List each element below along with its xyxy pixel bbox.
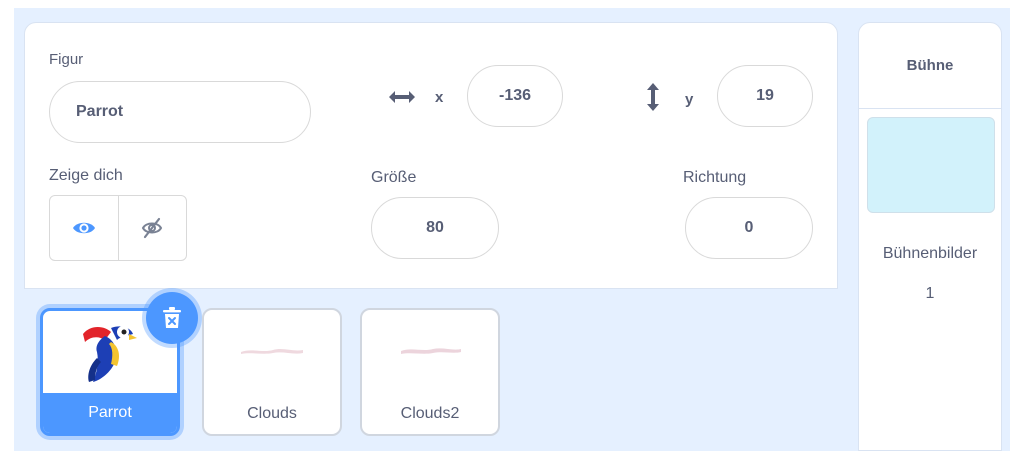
clouds-costume-thumbnail (241, 349, 303, 354)
sprite-tile-clouds2[interactable]: Clouds2 (360, 308, 500, 436)
horizontal-arrows-icon (389, 91, 415, 103)
stage-thumbnail[interactable] (867, 117, 995, 213)
parrot-costume-thumbnail (83, 326, 137, 382)
direction-input[interactable]: 0 (685, 197, 813, 259)
sprite-thumbnail (204, 310, 340, 392)
sprite-thumbnail (362, 310, 498, 392)
delete-sprite-button[interactable] (146, 292, 198, 344)
size-label: Größe (371, 169, 417, 186)
sprite-name-input[interactable]: Parrot (49, 81, 311, 143)
x-position-input[interactable]: -136 (467, 65, 563, 127)
x-label: x (435, 89, 444, 106)
trash-icon (163, 307, 181, 328)
clouds2-costume-thumbnail (401, 348, 461, 354)
size-input[interactable]: 80 (371, 197, 499, 259)
sprite-name-label: Figur (49, 51, 84, 68)
sprite-tile-label: Clouds (247, 405, 297, 422)
stage-title: Bühne (859, 23, 1001, 109)
backdrops-label: Bühnenbilder (882, 245, 978, 262)
sprite-tile-label: Clouds2 (400, 405, 460, 422)
vertical-arrows-icon (647, 83, 659, 111)
y-label: y (685, 91, 694, 108)
sprite-info-panel: Figur Parrot x -136 y 19 Zeige dich Größ… (24, 22, 838, 289)
hide-sprite-button[interactable] (117, 196, 187, 260)
sprite-tile-clouds[interactable]: Clouds (202, 308, 342, 436)
direction-label: Richtung (683, 169, 747, 186)
visibility-toggle (49, 195, 187, 261)
eye-icon (72, 222, 95, 234)
eye-hidden-icon (142, 217, 163, 239)
show-sprite-button[interactable] (50, 196, 118, 260)
sprite-tile-label: Parrot (43, 393, 177, 433)
show-label: Zeige dich (49, 167, 123, 184)
stage-panel[interactable]: Bühne Bühnenbilder 1 (858, 22, 1002, 451)
y-position-input[interactable]: 19 (717, 65, 813, 127)
backdrops-count: 1 (925, 285, 935, 302)
